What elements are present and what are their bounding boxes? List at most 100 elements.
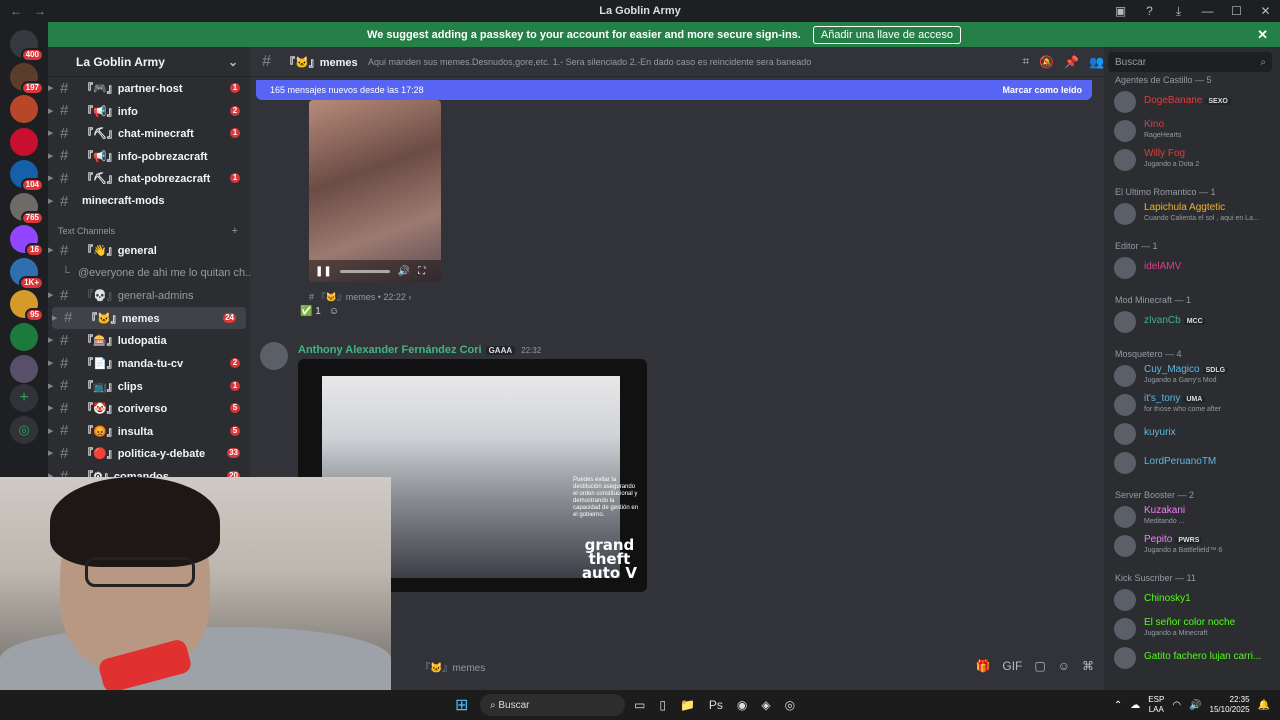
member-item[interactable]: zIvanCb MCC [1114, 309, 1278, 335]
channel-item[interactable]: ▶ # 『📢』info 2 [48, 100, 250, 122]
server-icon[interactable] [10, 95, 38, 123]
volume-icon[interactable]: 🔊 [398, 266, 410, 277]
member-item[interactable]: Willy Fog Jugando a Dota 2 [1114, 147, 1278, 173]
close-window-button[interactable]: ✕ [1251, 4, 1280, 18]
gif-icon[interactable]: GIF [1002, 659, 1022, 673]
server-icon[interactable] [10, 322, 38, 351]
member-item[interactable]: Kino RageHearts [1114, 118, 1278, 144]
members-icon[interactable]: 👥 [1089, 55, 1104, 69]
chevron-up-icon[interactable]: ⌃ [1114, 700, 1122, 711]
add-channel-icon[interactable]: + [232, 225, 238, 237]
glasses [85, 557, 195, 587]
search-input[interactable]: Buscar ⌕ [1108, 52, 1272, 72]
channel-item[interactable]: ▶ # 『📄』manda-tu-cv 2 [48, 352, 250, 374]
video-meta[interactable]: # 『🐱』memes • 22:22 › [309, 290, 411, 303]
mute-icon[interactable]: 🔕 [1039, 55, 1054, 69]
channel-item[interactable]: ▶ # 『🎰』ludopatia [48, 329, 250, 351]
wifi-icon[interactable]: ◠ [1172, 700, 1181, 711]
server-icon[interactable]: 400 [10, 30, 44, 62]
channel-item[interactable]: ▶ # 『🤡』coriverso 5 [48, 397, 250, 419]
server-icon[interactable]: 16 [10, 225, 44, 257]
clock[interactable]: 22:35 15/10/2025 [1210, 695, 1250, 715]
threads-icon[interactable]: ⌗ [1022, 54, 1029, 69]
server-icon[interactable]: 765 [10, 192, 44, 225]
avatar [1114, 365, 1136, 387]
start-icon[interactable]: ⊞ [455, 695, 468, 715]
channel-arrow-icon: ▶ [48, 107, 54, 115]
channel-item[interactable]: ▶ # minecraft-mods [48, 190, 250, 212]
server-icon[interactable]: 1K+ [10, 257, 44, 290]
explore-icon[interactable]: ◎ [10, 416, 38, 444]
sticker-icon[interactable]: ▢ [1034, 659, 1045, 673]
member-item[interactable]: DogeBanane SEXO [1114, 89, 1278, 115]
apps-icon[interactable]: ⌘ [1082, 659, 1094, 673]
server-icon[interactable]: 95 [10, 290, 44, 322]
channel-item[interactable]: ▶ # 『👋』general [48, 239, 250, 261]
channel-item[interactable]: ▶ # 『😡』insulta 5 [48, 420, 250, 442]
channel-arrow-icon: ▶ [48, 427, 54, 435]
member-item[interactable]: Chinosky1 [1114, 587, 1278, 613]
message-author[interactable]: Anthony Alexander Fernández Cori [298, 344, 482, 356]
pin-icon[interactable]: 📌 [1064, 55, 1079, 69]
server-icon[interactable] [10, 127, 38, 156]
banner-close-icon[interactable]: ✕ [1257, 27, 1268, 43]
reaction-check[interactable]: ✅ 1 [300, 306, 321, 317]
member-item[interactable]: Lapichula Aggtetic Cuando Calienta el sol… [1114, 201, 1278, 227]
maximize-button[interactable]: ☐ [1222, 4, 1251, 18]
add-passkey-button[interactable]: Añadir una llave de acceso [812, 25, 961, 44]
video-attachment[interactable]: ❚❚ 🔊 ⛶ [309, 100, 441, 282]
avatar[interactable] [260, 342, 288, 370]
server-icon[interactable]: 104 [10, 160, 44, 192]
channel-item[interactable]: ▶ # 『🐱』memes 24 [52, 306, 246, 329]
channel-item[interactable]: ▶ # 『⛏』chat-pobrezacraft 1 [48, 167, 250, 189]
channel-item[interactable]: └ @everyone de ahi me lo quitan ch... [48, 262, 250, 284]
member-item[interactable]: kuyurix [1114, 421, 1278, 447]
cloud-icon[interactable]: ☁ [1130, 700, 1140, 711]
download-icon[interactable]: ⤓ [1164, 4, 1193, 19]
gift-icon[interactable]: 🎁 [975, 659, 990, 673]
photoshop-icon[interactable]: Ps [709, 698, 723, 712]
channel-item[interactable]: ▶ # 『⛏』chat-minecraft 1 [48, 122, 250, 144]
channel-item[interactable]: ▶ # 『📺』clips 1 [48, 375, 250, 397]
window-title: La Goblin Army [599, 5, 681, 17]
mark-as-read-button[interactable]: Marcar como leído [1002, 85, 1082, 95]
server-header[interactable]: La Goblin Army ⌄ [48, 47, 250, 77]
app-icon[interactable]: ▯ [659, 698, 666, 712]
task-view-icon[interactable]: ▭ [634, 698, 645, 712]
folder-icon[interactable]: 📁 [680, 698, 695, 712]
server-icon[interactable]: 197 [10, 62, 44, 95]
server-icon[interactable] [10, 355, 38, 383]
member-item[interactable]: Kuzakani Meditando ... [1114, 504, 1278, 530]
channel-item[interactable]: ▶ # 『🔴』politica-y-debate 33 [48, 442, 250, 464]
chrome-icon[interactable]: ◉ [737, 698, 747, 712]
pause-icon[interactable]: ❚❚ [315, 266, 332, 277]
app2-icon[interactable]: ◎ [785, 698, 795, 712]
message-input[interactable]: 『🐱』memes 🎁 GIF ▢ ☺ ⌘ [390, 652, 1094, 680]
emoji-icon[interactable]: ☺ [1058, 659, 1070, 673]
member-item[interactable]: Gatito fachero lujan carri... [1114, 645, 1278, 671]
member-item[interactable]: El señor color noche Jugando a Minecraft [1114, 616, 1278, 642]
add-server-icon[interactable]: + [10, 384, 38, 412]
channel-topic[interactable]: Aqui manden sus memes.Desnudos,gore,etc.… [368, 57, 811, 67]
channel-item[interactable]: ▶ # 『🎮』partner-host 1 [48, 77, 250, 99]
member-item[interactable]: it's_tony UMA for those who come after [1114, 392, 1278, 418]
fullscreen-icon[interactable]: ⛶ [418, 266, 425, 277]
help-icon[interactable]: ? [1135, 4, 1164, 18]
language[interactable]: ESP LAA [1148, 695, 1164, 715]
add-reaction-icon[interactable]: ☺ [329, 306, 339, 317]
volume-icon[interactable]: 🔊 [1189, 700, 1201, 711]
member-item[interactable]: idelAMV [1114, 255, 1278, 281]
member-item[interactable]: Pepito PWRS Jugando a Battlefield™ 6 [1114, 533, 1278, 559]
channel-item[interactable]: ▶ # 『📢』info-pobrezacraft [48, 145, 250, 167]
progress-bar[interactable] [339, 269, 390, 273]
chevron-down-icon[interactable]: ⌄ [228, 55, 238, 69]
taskbar-search[interactable]: ⌕ Buscar [480, 694, 625, 716]
discord-icon[interactable]: ◈ [761, 698, 770, 712]
channel-item[interactable]: ▶ # 『💀』general-admins [48, 284, 250, 306]
minimize-button[interactable]: — [1193, 4, 1222, 18]
notifications-icon[interactable]: 🔔 [1258, 700, 1270, 711]
member-item[interactable]: LordPeruanoTM [1114, 450, 1278, 476]
member-item[interactable]: Cuy_Magico SDLG Jugando a Garry's Mod [1114, 363, 1278, 389]
new-messages-bar[interactable]: 165 mensajes nuevos desde las 17:28 Marc… [256, 80, 1092, 100]
inbox-icon[interactable]: ▣ [1106, 4, 1135, 18]
